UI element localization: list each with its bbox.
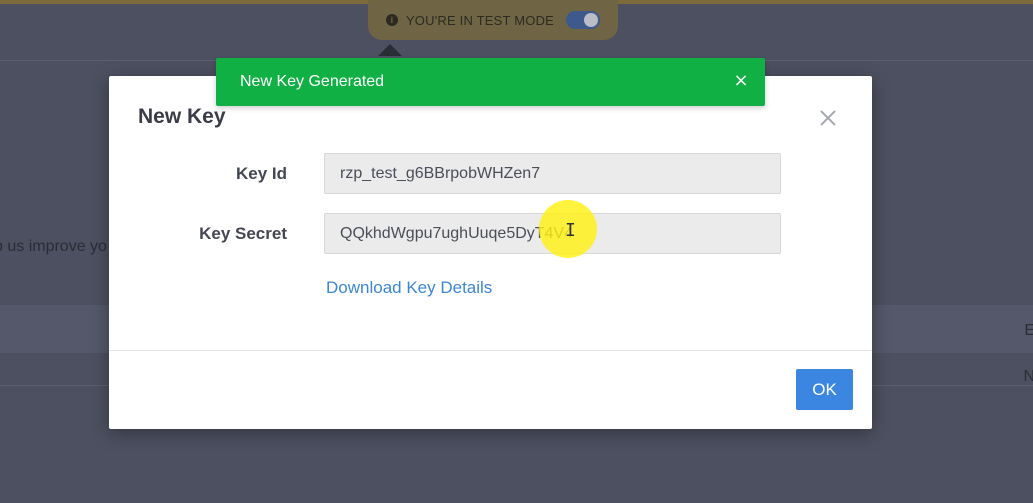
background-text: N — [1023, 368, 1033, 385]
download-key-details-link[interactable]: Download Key Details — [326, 278, 492, 298]
test-mode-label: YOU'RE IN TEST MODE — [405, 12, 555, 28]
toast-message: New Key Generated — [240, 73, 385, 90]
modal-footer-divider — [109, 350, 872, 351]
test-mode-banner: i YOU'RE IN TEST MODE — [368, 0, 618, 40]
key-id-field[interactable]: rzp_test_g6BBrpobWHZen7 — [324, 153, 781, 194]
toast-close-icon[interactable]: × — [730, 70, 752, 92]
info-icon: i — [385, 14, 398, 26]
close-icon[interactable] — [816, 106, 840, 130]
background-text: E — [1024, 322, 1033, 339]
success-toast: New Key Generated × — [216, 58, 765, 106]
new-key-modal: New Key Key Id rzp_test_g6BBrpobWHZen7 K… — [109, 76, 872, 429]
key-secret-label: Key Secret — [199, 224, 287, 243]
modal-title: New Key — [138, 105, 226, 128]
caret-up-icon — [378, 44, 402, 56]
test-mode-toggle[interactable] — [566, 11, 601, 29]
key-id-label: Key Id — [235, 164, 287, 183]
text-cursor-icon: I — [565, 220, 576, 241]
background-text: p us improve yo — [0, 238, 107, 255]
ok-button[interactable]: OK — [796, 369, 853, 410]
